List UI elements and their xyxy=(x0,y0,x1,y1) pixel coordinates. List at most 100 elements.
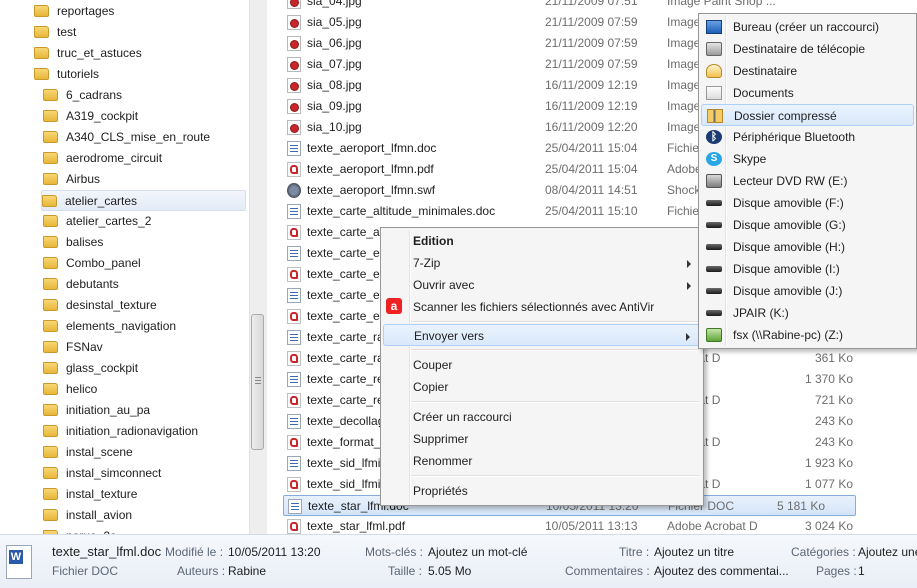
send-to-item[interactable]: Documents xyxy=(701,82,914,104)
details-categories-value[interactable]: Ajoutez une xyxy=(858,545,917,559)
grip-icon xyxy=(255,377,261,385)
submenu-arrow-icon xyxy=(687,282,691,290)
file-name: texte_carte_alt xyxy=(307,225,386,239)
file-row[interactable]: sia_04.jpg 21/11/2009 07:51 Image Paint Sh… xyxy=(283,0,883,12)
menu-separator xyxy=(411,349,699,351)
tree-item-label: desinstal_texture xyxy=(66,298,157,312)
tree-scrollbar-track[interactable] xyxy=(249,0,267,534)
menu-item-rename[interactable]: Renommer xyxy=(383,450,701,472)
navigation-tree[interactable]: reportages test truc_et_astuces tutoriels 6_… xyxy=(0,0,267,534)
file-type: Image xyxy=(667,57,701,71)
file-name: texte_format_ xyxy=(307,435,381,449)
pdf-file-icon xyxy=(287,435,301,450)
tree-scrollbar-thumb[interactable] xyxy=(251,314,264,450)
tree-item-label: initiation_radionavigation xyxy=(66,424,199,438)
menu-item-properties[interactable]: Propriétés xyxy=(383,480,701,502)
menu-item-label: Scanner les fichiers sélectionnés avec A… xyxy=(413,300,655,314)
menu-item-open-with[interactable]: Ouvrir avec xyxy=(383,274,701,296)
send-to-item[interactable]: Bureau (créer un raccourci) xyxy=(701,16,914,38)
desktop-icon xyxy=(706,20,722,34)
details-pane xyxy=(0,534,917,588)
folder-icon xyxy=(43,404,58,416)
file-name: sia_07.jpg xyxy=(307,57,362,71)
send-to-item[interactable]: S Skype xyxy=(701,148,914,170)
pdf-file-icon xyxy=(287,225,301,240)
menu-item-edition[interactable]: Edition xyxy=(383,230,701,252)
menu-item-label: Ouvrir avec xyxy=(413,278,475,292)
details-comments-value[interactable]: Ajoutez des commentai... xyxy=(654,564,789,578)
file-date: 16/11/2009 12:20 xyxy=(545,120,638,134)
tree-item-label: A319_cockpit xyxy=(66,109,139,123)
menu-item-send-to[interactable]: Envoyer vers xyxy=(383,324,701,346)
menu-item-label: Edition xyxy=(413,234,454,248)
send-to-item[interactable]: JPAIR (K:) xyxy=(701,302,914,324)
context-menu: Edition 7-Zip Ouvrir avec a Scanner les f… xyxy=(380,227,704,506)
folder-icon xyxy=(43,320,58,332)
folder-icon xyxy=(43,362,58,374)
details-keywords-value[interactable]: Ajoutez un mot-clé xyxy=(428,545,527,559)
menu-item-cut[interactable]: Couper xyxy=(383,354,701,376)
send-to-item[interactable]: Disque amovible (J:) xyxy=(701,280,914,302)
send-to-item[interactable]: Disque amovible (I:) xyxy=(701,258,914,280)
tree-item-label: FSNav xyxy=(66,340,103,354)
details-authors-label: Auteurs : xyxy=(177,564,226,578)
send-to-item-label: fsx (\\Rabine-pc) (Z:) xyxy=(733,328,844,342)
folder-icon xyxy=(43,236,58,248)
send-to-item[interactable]: Disque amovible (G:) xyxy=(701,214,914,236)
send-to-item-label: Skype xyxy=(733,152,767,166)
menu-item-label: Couper xyxy=(413,358,453,372)
file-date: 21/11/2009 07:59 xyxy=(545,36,638,50)
file-type: Fichie xyxy=(667,141,700,155)
send-to-item[interactable]: Destinataire xyxy=(701,60,914,82)
tree-item-label: Combo_panel xyxy=(66,256,141,270)
tree-item-label: test xyxy=(57,25,77,39)
details-authors-value[interactable]: Rabine xyxy=(228,564,266,578)
folder-icon xyxy=(43,446,58,458)
menu-item-label: Créer un raccourci xyxy=(413,410,512,424)
word-file-icon xyxy=(287,141,301,156)
file-row[interactable]: texte_star_lfml.pdf 10/05/2011 13:13 Adobe… xyxy=(283,516,883,534)
send-to-item[interactable]: fsx (\\Rabine-pc) (Z:) xyxy=(701,324,914,346)
jpg-file-icon xyxy=(287,0,301,9)
folder-icon xyxy=(43,488,58,500)
menu-separator xyxy=(411,401,699,403)
tree-item[interactable]: atelier_cartes xyxy=(41,190,246,211)
menu-item-scan-antivir[interactable]: a Scanner les fichiers sélectionnés avec … xyxy=(383,296,701,318)
pdf-file-icon xyxy=(287,393,301,408)
send-to-submenu: Bureau (créer un raccourci) Destinataire … xyxy=(698,13,917,349)
jpg-file-icon xyxy=(287,15,301,30)
file-date: 25/04/2011 15:04 xyxy=(545,141,638,155)
details-keywords-label: Mots-clés : xyxy=(365,545,424,559)
file-date: 25/04/2011 15:10 xyxy=(545,204,638,218)
file-date: 16/11/2009 12:19 xyxy=(545,78,638,92)
send-to-item-label: Lecteur DVD RW (E:) xyxy=(733,174,848,188)
details-title-value[interactable]: Ajoutez un titre xyxy=(654,545,734,559)
antivir-icon: a xyxy=(386,298,402,314)
jpg-file-icon xyxy=(287,57,301,72)
send-to-item[interactable]: Disque amovible (H:) xyxy=(701,236,914,258)
menu-item-copy[interactable]: Copier xyxy=(383,376,701,398)
file-type: Fichie xyxy=(667,204,700,218)
details-size-value: 5.05 Mo xyxy=(428,564,472,578)
menu-item-delete[interactable]: Supprimer xyxy=(383,428,701,450)
dvd-drive-icon xyxy=(706,174,722,188)
send-to-item-label: Disque amovible (H:) xyxy=(733,240,846,254)
bluetooth-icon: ᛒ xyxy=(706,130,722,144)
file-size: 1 923 Ko xyxy=(804,456,853,470)
folder-icon xyxy=(43,341,58,353)
send-to-item[interactable]: Disque amovible (F:) xyxy=(701,192,914,214)
file-type: Image xyxy=(667,36,701,50)
menu-item-create-shortcut[interactable]: Créer un raccourci xyxy=(383,406,701,428)
tree-item-label: instal_simconnect xyxy=(66,466,162,480)
send-to-item[interactable]: ᛒ Périphérique Bluetooth xyxy=(701,126,914,148)
send-to-item[interactable]: Lecteur DVD RW (E:) xyxy=(701,170,914,192)
word-file-icon xyxy=(287,372,301,387)
folder-icon xyxy=(43,152,58,164)
menu-item-label: Propriétés xyxy=(413,484,468,498)
word-document-icon: W xyxy=(6,545,32,579)
send-to-item[interactable]: Destinataire de télécopie xyxy=(701,38,914,60)
word-logo-icon: W xyxy=(9,550,23,564)
menu-item-7zip[interactable]: 7-Zip xyxy=(383,252,701,274)
folder-icon xyxy=(43,509,58,521)
send-to-item[interactable]: Dossier compressé xyxy=(701,104,914,126)
